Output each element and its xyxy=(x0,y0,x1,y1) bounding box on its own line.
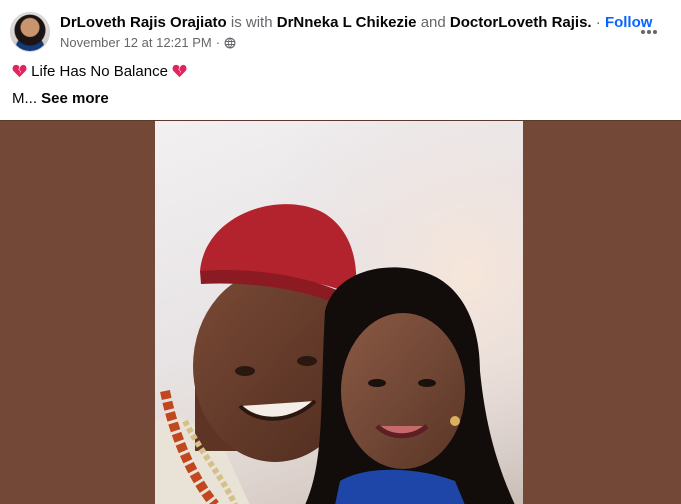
post-text-line-2: M... See more xyxy=(12,89,109,109)
post-photo[interactable] xyxy=(155,121,523,504)
truncated-text: M... xyxy=(12,90,37,107)
timestamp-line: November 12 at 12:21 PM · xyxy=(60,34,671,52)
tagged-user-link-2[interactable]: DoctorLoveth Rajis. xyxy=(450,14,592,31)
post-media-container xyxy=(0,120,681,504)
is-with-text: is with xyxy=(230,14,273,31)
tagged-user-link-1[interactable]: DrNneka L Chikezie xyxy=(277,14,417,31)
more-dot xyxy=(653,30,658,34)
post-meta: DrLoveth Rajis Orajiato is with DrNneka … xyxy=(60,13,671,52)
author-name-link[interactable]: DrLoveth Rajis Orajiato xyxy=(60,14,227,31)
photo-illustration xyxy=(155,121,523,504)
post-header: DrLoveth Rajis Orajiato is with DrNneka … xyxy=(10,12,671,54)
facebook-post: DrLoveth Rajis Orajiato is with DrNneka … xyxy=(0,0,681,504)
more-dot xyxy=(647,30,651,34)
author-line: DrLoveth Rajis Orajiato is with DrNneka … xyxy=(60,13,671,33)
and-text: and xyxy=(420,14,446,31)
author-avatar[interactable] xyxy=(10,12,50,52)
more-options-button[interactable] xyxy=(637,20,661,44)
broken-heart-icon xyxy=(172,64,187,78)
see-more-link[interactable]: See more xyxy=(41,90,109,107)
post-text-content: Life Has No Balance xyxy=(31,63,168,80)
broken-heart-icon xyxy=(12,64,27,78)
globe-icon[interactable] xyxy=(224,37,236,49)
more-dot xyxy=(640,30,645,34)
meta-dot: · xyxy=(215,35,221,50)
timestamp-link[interactable]: November 12 at 12:21 PM xyxy=(60,34,212,52)
separator-dot: · xyxy=(595,14,601,31)
post-text-line-1: Life Has No Balance xyxy=(12,62,187,82)
